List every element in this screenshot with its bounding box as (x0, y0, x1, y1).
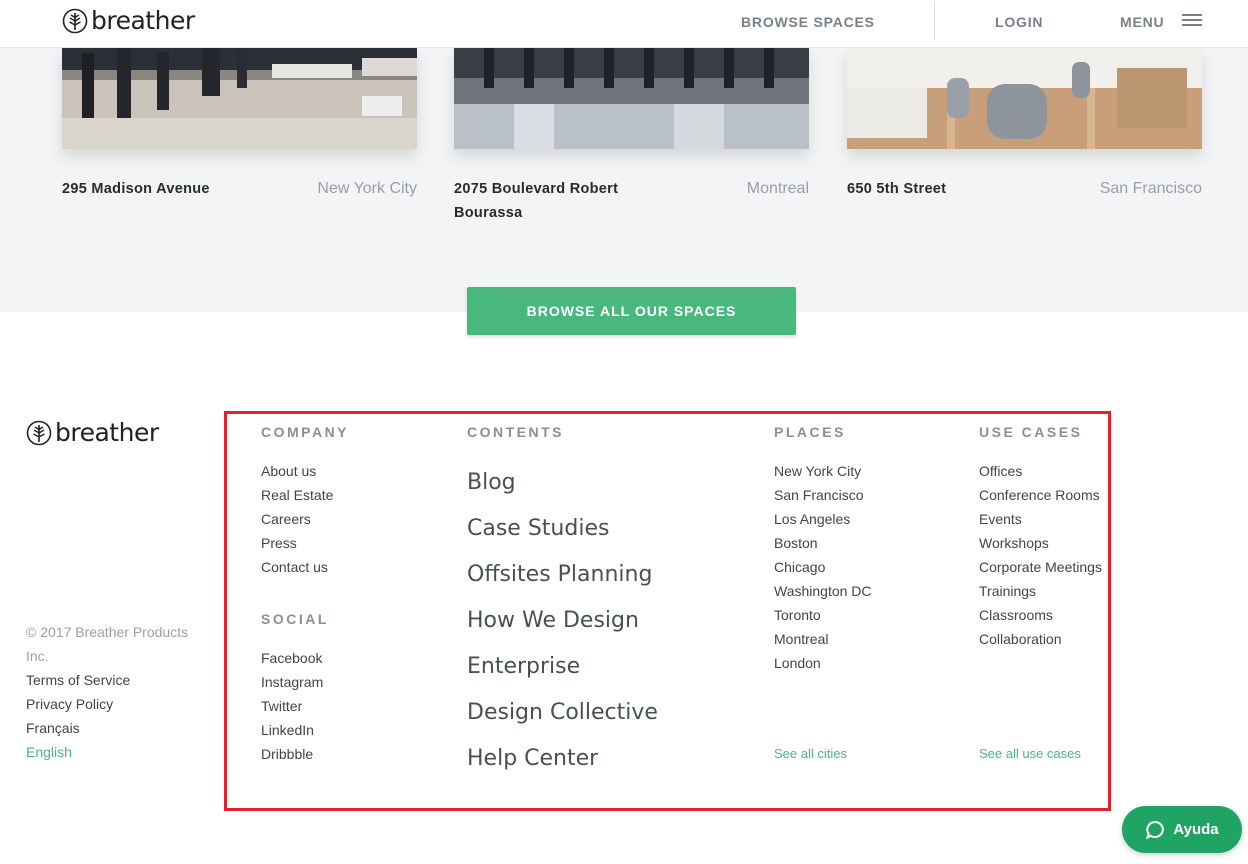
privacy-link[interactable]: Privacy Policy (26, 692, 206, 716)
language-english-link[interactable]: English (26, 740, 206, 764)
nav-divider (934, 2, 935, 40)
footer-link[interactable]: Collaboration (979, 627, 1102, 651)
places-links: New York City San Francisco Los Angeles … (774, 459, 872, 675)
footer-link[interactable]: Contact us (261, 555, 333, 579)
hamburger-menu-icon[interactable] (1182, 14, 1202, 28)
footer-link[interactable]: Trainings (979, 579, 1102, 603)
footer-link[interactable]: London (774, 651, 872, 675)
company-links: About us Real Estate Careers Press Conta… (261, 459, 333, 579)
footer-link[interactable]: Conference Rooms (979, 483, 1102, 507)
header-logo[interactable]: breather (62, 6, 195, 35)
contents-links: Blog Case Studies Offsites Planning How … (467, 460, 658, 782)
footer-link[interactable]: Facebook (261, 646, 323, 670)
space-city: Montreal (746, 180, 809, 197)
featured-spaces-section: 295 Madison Avenue New York City 2075 Bo… (0, 48, 1248, 312)
language-french-link[interactable]: Français (26, 716, 206, 740)
places-heading: PLACES (774, 424, 846, 440)
nav-login[interactable]: LOGIN (995, 14, 1043, 30)
social-links: Facebook Instagram Twitter LinkedIn Drib… (261, 646, 323, 766)
top-header: breather BROWSE SPACES LOGIN MENU (0, 0, 1248, 48)
use-cases-links: Offices Conference Rooms Events Workshop… (979, 459, 1102, 651)
footer-logo[interactable]: breather (26, 418, 159, 447)
browse-all-spaces-button[interactable]: BROWSE ALL OUR SPACES (467, 287, 796, 335)
copyright-text: © 2017 Breather Products Inc. (26, 624, 189, 664)
space-card[interactable]: 2075 Boulevard Robert Bourassa Montreal (454, 48, 809, 221)
footer-link[interactable]: LinkedIn (261, 718, 323, 742)
footer-content-link[interactable]: Case Studies (467, 506, 658, 552)
space-city: New York City (317, 180, 417, 197)
contents-heading: CONTENTS (467, 424, 564, 440)
tree-logo-icon (26, 420, 52, 445)
space-card[interactable]: 295 Madison Avenue New York City (62, 48, 417, 197)
footer-content-link[interactable]: Help Center (467, 736, 658, 782)
footer-link[interactable]: Instagram (261, 670, 323, 694)
footer-link[interactable]: Toronto (774, 603, 872, 627)
footer-content-link[interactable]: Blog (467, 460, 658, 506)
footer-link[interactable]: Workshops (979, 531, 1102, 555)
nav-browse-spaces[interactable]: BROWSE SPACES (741, 14, 875, 30)
footer-link[interactable]: Corporate Meetings (979, 555, 1102, 579)
company-heading: COMPANY (261, 424, 350, 440)
footer-link[interactable]: Dribbble (261, 742, 323, 766)
footer-link[interactable]: San Francisco (774, 483, 872, 507)
terms-link[interactable]: Terms of Service (26, 668, 206, 692)
footer-content-link[interactable]: How We Design (467, 598, 658, 644)
footer-link[interactable]: Chicago (774, 555, 872, 579)
footer-link[interactable]: Montreal (774, 627, 872, 651)
chat-bubble-icon (1146, 820, 1165, 840)
space-photo[interactable] (62, 48, 417, 149)
footer-content-link[interactable]: Enterprise (467, 644, 658, 690)
help-chat-button[interactable]: Ayuda (1122, 806, 1242, 853)
footer-link[interactable]: Real Estate (261, 483, 333, 507)
use-cases-heading: USE CASES (979, 424, 1083, 440)
see-all-cities-link[interactable]: See all cities (774, 746, 847, 761)
logo-wordmark: breather (91, 6, 195, 35)
footer-link[interactable]: Press (261, 531, 333, 555)
footer-link[interactable]: Classrooms (979, 603, 1102, 627)
footer-link[interactable]: Los Angeles (774, 507, 872, 531)
space-photo[interactable] (847, 48, 1202, 149)
space-name[interactable]: 650 5th Street (847, 177, 1057, 201)
footer-link[interactable]: About us (261, 459, 333, 483)
space-name[interactable]: 2075 Boulevard Robert Bourassa (454, 177, 664, 225)
footer-content-link[interactable]: Offsites Planning (467, 552, 658, 598)
space-name[interactable]: 295 Madison Avenue (62, 177, 272, 201)
footer-legal: © 2017 Breather Products Inc. Terms of S… (26, 620, 206, 764)
footer-link[interactable]: Washington DC (774, 579, 872, 603)
logo-wordmark: breather (55, 418, 159, 447)
space-card[interactable]: 650 5th Street San Francisco (847, 48, 1202, 197)
footer-content-link[interactable]: Design Collective (467, 690, 658, 736)
help-button-label: Ayuda (1173, 821, 1219, 838)
footer-links-highlight (224, 411, 1111, 811)
space-photo[interactable] (454, 48, 809, 149)
see-all-use-cases-link[interactable]: See all use cases (979, 746, 1081, 761)
footer-link[interactable]: Offices (979, 459, 1102, 483)
tree-logo-icon (62, 8, 88, 33)
footer-link[interactable]: Careers (261, 507, 333, 531)
footer-link[interactable]: New York City (774, 459, 872, 483)
space-city: San Francisco (1099, 180, 1202, 197)
footer-link[interactable]: Boston (774, 531, 872, 555)
nav-menu[interactable]: MENU (1120, 14, 1164, 30)
footer-link[interactable]: Twitter (261, 694, 323, 718)
footer-link[interactable]: Events (979, 507, 1102, 531)
social-heading: SOCIAL (261, 611, 329, 627)
